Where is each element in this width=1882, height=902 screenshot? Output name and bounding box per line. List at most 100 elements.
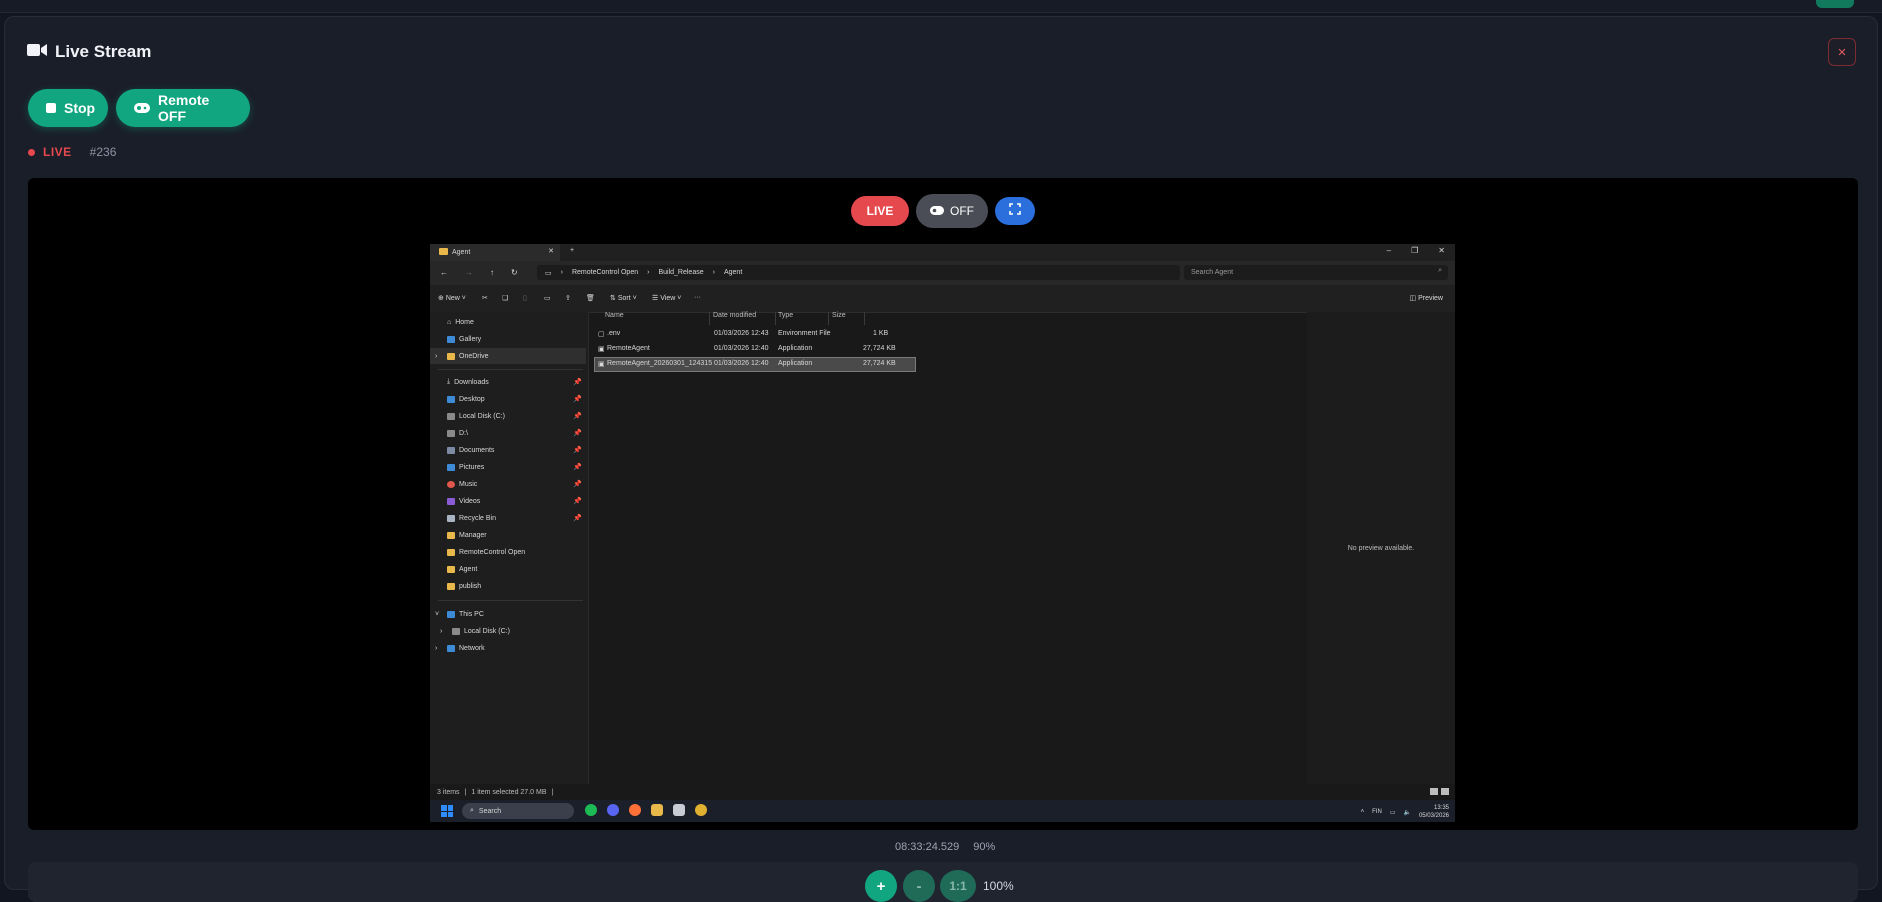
computer-icon	[447, 610, 455, 618]
clock-date: 05/03/2026	[1418, 813, 1449, 819]
column-header-date[interactable]: Date modified	[713, 312, 776, 325]
stream-readout: 08:33:24.529 90%	[895, 841, 995, 853]
up-icon[interactable]: ↑	[490, 268, 494, 277]
breadcrumb[interactable]: ▭ › RemoteControl Open › Build_Release › Ag…	[537, 265, 1180, 280]
taskbar-search[interactable]: ⌕ Search	[462, 803, 574, 819]
task-view-icon[interactable]	[673, 804, 685, 816]
nav-item-network[interactable]: › Network	[430, 640, 586, 656]
drive-icon	[447, 412, 455, 420]
nav-item-gallery[interactable]: Gallery	[430, 331, 586, 347]
file-row[interactable]: ▢ .env 01/03/2026 12:43 Environment File…	[595, 328, 915, 341]
nav-item-agent[interactable]: Agent	[430, 561, 586, 577]
file-row[interactable]: ▣ RemoteAgent_20260301_124315 01/03/2026…	[594, 357, 916, 372]
forward-icon[interactable]: →	[465, 268, 473, 277]
volume-icon[interactable]: 🔈	[1403, 809, 1410, 816]
application-icon: ▣	[598, 346, 605, 353]
nav-item-d-drive[interactable]: D:\ 📌	[430, 425, 586, 441]
delete-icon[interactable]: 🗑	[586, 294, 595, 302]
nav-item-this-pc[interactable]: ˅ This PC	[430, 606, 586, 622]
breadcrumb-item[interactable]: Agent	[724, 269, 742, 276]
details-view-icon[interactable]	[1430, 788, 1438, 795]
nav-item-desktop[interactable]: Desktop 📌	[430, 391, 586, 407]
explorer-tab[interactable]: Agent ✕	[430, 244, 560, 261]
nav-item-recycle-bin[interactable]: Recycle Bin 📌	[430, 510, 586, 526]
copy-icon[interactable]: ❏	[502, 294, 508, 302]
breadcrumb-item[interactable]: RemoteControl Open	[572, 269, 638, 276]
file-row[interactable]: ▣ RemoteAgent 01/03/2026 12:40 Applicati…	[595, 343, 915, 356]
remote-control-pill[interactable]: OFF	[916, 194, 988, 228]
chevron-right-icon[interactable]: ›	[440, 628, 442, 635]
nav-item-videos[interactable]: Videos 📌	[430, 493, 586, 509]
remote-toggle-button[interactable]: Remote OFF	[116, 89, 250, 127]
window-close-icon[interactable]: ✕	[1438, 246, 1445, 255]
chevron-down-icon[interactable]: ˅	[435, 611, 439, 618]
zoom-level: 100%	[983, 879, 1014, 893]
nav-item-local-disk[interactable]: Local Disk (C:) 📌	[430, 408, 586, 424]
windows-start-icon[interactable]	[441, 805, 453, 817]
pin-icon: 📌	[573, 413, 582, 420]
zoom-reset-button[interactable]: 1:1	[940, 870, 976, 902]
sort-button[interactable]: ⇅ Sort ˅	[610, 294, 637, 302]
clock[interactable]: 13:35 05/03/2026	[1419, 804, 1449, 820]
top-corner-button[interactable]	[1816, 0, 1854, 8]
share-icon[interactable]: ⇪	[565, 294, 571, 302]
chevron-right-icon[interactable]: ›	[435, 353, 437, 360]
address-bar: ← → ↑ ↻ ▭ › RemoteControl Open › Build_Rel…	[430, 261, 1455, 285]
discord-icon[interactable]	[607, 804, 619, 816]
preview-button[interactable]: ◫ Preview	[1410, 294, 1443, 302]
cut-icon[interactable]: ✂	[482, 294, 488, 302]
rename-icon[interactable]: ▭	[544, 294, 551, 302]
firefox-icon[interactable]	[629, 804, 641, 816]
pin-icon: 📌	[573, 379, 582, 386]
paste-icon[interactable]: ▯	[523, 294, 527, 302]
tab-close-icon[interactable]: ✕	[548, 247, 554, 255]
spotify-icon[interactable]	[585, 804, 597, 816]
new-button[interactable]: ⊕ New ˅	[438, 294, 466, 302]
restore-icon[interactable]: ❐	[1411, 246, 1418, 255]
chrome-icon[interactable]	[695, 804, 707, 816]
close-button[interactable]: ×	[1828, 38, 1856, 66]
tiles-view-icon[interactable]	[1441, 788, 1449, 795]
file-name: .env	[607, 330, 621, 337]
language-indicator[interactable]: FIN	[1372, 809, 1382, 815]
nav-item-pictures[interactable]: Pictures 📌	[430, 459, 586, 475]
column-header-type[interactable]: Type	[778, 312, 829, 325]
new-tab-icon[interactable]: +	[570, 247, 574, 254]
panel-header: Live Stream	[27, 42, 151, 62]
pin-icon: 📌	[573, 515, 582, 522]
view-button[interactable]: ☰ View ˅	[652, 294, 681, 302]
file-size: 27,724 KB	[863, 360, 896, 367]
minimize-icon[interactable]: –	[1387, 246, 1391, 255]
nav-item-documents[interactable]: Documents 📌	[430, 442, 586, 458]
zoom-out-button[interactable]: -	[903, 870, 935, 902]
session-number: #236	[89, 145, 117, 159]
network-icon[interactable]: ▭	[1390, 809, 1396, 816]
nav-item-downloads[interactable]: ⤓ Downloads 📌	[430, 374, 586, 390]
chevron-right-icon[interactable]: ›	[435, 645, 437, 652]
back-icon[interactable]: ←	[440, 268, 448, 277]
nav-item-manager[interactable]: Manager	[430, 527, 586, 543]
nav-item-publish[interactable]: publish	[430, 578, 586, 594]
file-date: 01/03/2026 12:40	[714, 360, 769, 367]
nav-item-home[interactable]: ⌂ Home	[430, 314, 586, 330]
fullscreen-button[interactable]	[995, 197, 1035, 225]
more-icon[interactable]: ···	[694, 294, 701, 301]
refresh-icon[interactable]: ↻	[511, 268, 518, 277]
column-header-name[interactable]: Name	[605, 312, 710, 325]
nav-item-onedrive[interactable]: › OneDrive	[430, 348, 586, 364]
file-size: 27,724 KB	[863, 345, 896, 352]
remote-desktop-screen[interactable]: Agent ✕ + – ❐ ✕ ← → ↑ ↻ ▭ › RemoteControl…	[430, 244, 1455, 822]
nav-item-music[interactable]: Music 📌	[430, 476, 586, 492]
divider	[438, 600, 583, 601]
nav-item-pc-local-disk[interactable]: › Local Disk (C:)	[430, 623, 586, 639]
nav-item-remotecontrol[interactable]: RemoteControl Open	[430, 544, 586, 560]
file-explorer-icon[interactable]	[651, 804, 663, 816]
stream-status: LIVE #236	[28, 145, 116, 159]
zoom-in-button[interactable]: +	[865, 870, 897, 902]
chevron-up-icon[interactable]: ˄	[1361, 809, 1365, 815]
explorer-search-input[interactable]: Search Agent ⌕	[1184, 265, 1448, 280]
breadcrumb-item[interactable]: Build_Release	[658, 269, 703, 276]
stop-button[interactable]: Stop	[28, 89, 108, 127]
item-count: 3 items	[437, 788, 460, 796]
column-header-size[interactable]: Size	[832, 312, 865, 325]
